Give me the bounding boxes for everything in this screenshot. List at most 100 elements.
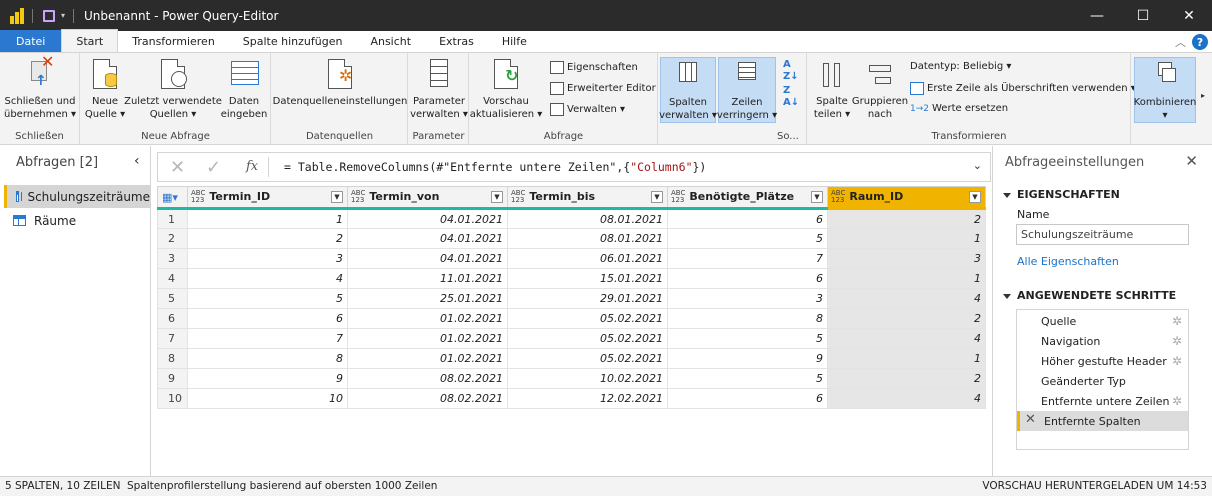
type-any-icon[interactable]: ABC 123 [511,190,525,204]
table-cell[interactable]: 2 [187,228,348,249]
filter-dropdown-icon[interactable]: ▼ [491,191,503,203]
properties-button[interactable]: Eigenschaften [550,61,638,74]
table-row[interactable]: 8 8 01.02.2021 05.02.2021 9 1 [157,348,986,369]
tab-extras[interactable]: Extras [425,30,488,52]
row-number[interactable]: 5 [157,288,188,309]
row-number[interactable]: 3 [157,248,188,269]
table-cell[interactable]: 05.02.2021 [507,348,668,369]
step-settings-icon[interactable]: ✲ [1172,314,1182,328]
row-number[interactable]: 10 [157,388,188,409]
manage-button[interactable]: Verwalten ▾ [550,103,625,116]
filter-dropdown-icon[interactable]: ▼ [969,191,981,203]
table-cell[interactable]: 10 [187,388,348,409]
manage-columns-button[interactable]: Spalten verwalten ▾ [659,57,717,123]
table-cell[interactable]: 11.01.2021 [347,268,508,289]
table-cell[interactable]: 04.01.2021 [347,248,508,269]
table-row[interactable]: 3 3 04.01.2021 06.01.2021 7 3 [157,248,986,269]
quick-access-dropdown-icon[interactable]: ▾ [61,11,65,20]
table-cell[interactable]: 08.02.2021 [347,368,508,389]
table-cell[interactable]: 8 [187,348,348,369]
table-cell[interactable]: 10.02.2021 [507,368,668,389]
table-cell[interactable]: 04.01.2021 [347,228,508,249]
table-row[interactable]: 6 6 01.02.2021 05.02.2021 8 2 [157,308,986,329]
tab-spalte-hinzufuegen[interactable]: Spalte hinzufügen [229,30,357,52]
table-row[interactable]: 2 2 04.01.2021 08.01.2021 5 1 [157,228,986,249]
column-header-termin-id[interactable]: ABC 123 Termin_ID ▼ [187,186,348,210]
table-cell[interactable]: 4 [187,268,348,289]
delete-step-icon[interactable]: ✕ [1025,412,1036,427]
table-row[interactable]: 5 5 25.01.2021 29.01.2021 3 4 [157,288,986,309]
step-quelle[interactable]: Quelle ✲ [1017,311,1188,331]
query-name-input[interactable]: Schulungszeiträume [1016,224,1189,245]
properties-section-title[interactable]: EIGENSCHAFTEN [1003,188,1120,201]
table-cell[interactable]: 5 [667,228,828,249]
type-any-icon[interactable]: ABC 123 [351,190,365,204]
table-cell[interactable]: 6 [187,308,348,329]
table-cell[interactable]: 4 [827,328,986,349]
filter-dropdown-icon[interactable]: ▼ [811,191,823,203]
replace-values-button[interactable]: 1→2 Werte ersetzen [910,103,1008,114]
table-cell[interactable]: 6 [667,388,828,409]
refresh-preview-button[interactable]: ↻ Vorschau aktualisieren ▾ [470,57,542,121]
type-any-icon[interactable]: ABC 123 [831,190,845,204]
table-cell[interactable]: 6 [667,268,828,289]
row-number[interactable]: 6 [157,308,188,329]
table-row[interactable]: 7 7 01.02.2021 05.02.2021 5 4 [157,328,986,349]
table-cell[interactable]: 1 [827,348,986,369]
table-cell[interactable]: 3 [667,288,828,309]
confirm-formula-icon[interactable]: ✓ [206,157,221,178]
table-cell[interactable]: 2 [827,208,986,229]
filter-dropdown-icon[interactable]: ▼ [651,191,663,203]
minimize-icon[interactable]: — [1074,0,1120,31]
table-cell[interactable]: 9 [187,368,348,389]
table-cell[interactable]: 08.01.2021 [507,228,668,249]
enter-data-button[interactable]: Daten eingeben [221,57,267,121]
manage-params-button[interactable]: Parameter verwalten ▾ [410,57,468,121]
tab-transformieren[interactable]: Transformieren [118,30,229,52]
cancel-formula-icon[interactable]: ✕ [170,157,185,178]
type-any-icon[interactable]: ABC 123 [191,190,205,204]
table-cell[interactable]: 7 [187,328,348,349]
table-cell[interactable]: 4 [827,388,986,409]
table-cell[interactable]: 06.01.2021 [507,248,668,269]
table-cell[interactable]: 04.01.2021 [347,208,508,229]
step-settings-icon[interactable]: ✲ [1172,334,1182,348]
tab-start[interactable]: Start [61,29,119,52]
split-column-button[interactable]: Spalte teilen ▾ [810,57,854,121]
query-item-raeume[interactable]: Räume [4,209,150,232]
close-settings-icon[interactable]: ✕ [1185,152,1198,170]
column-header-termin-von[interactable]: ABC 123 Termin_von ▼ [347,186,508,210]
expand-formula-icon[interactable]: ⌄ [973,159,982,172]
table-cell[interactable]: 6 [667,208,828,229]
advanced-editor-button[interactable]: Erweiterter Editor [550,82,656,95]
tab-datei[interactable]: Datei [0,30,62,52]
table-row[interactable]: 10 10 08.02.2021 12.02.2021 6 4 [157,388,986,409]
table-cell[interactable]: 2 [827,368,986,389]
maximize-icon[interactable]: ☐ [1120,0,1166,31]
step-geaenderter-typ[interactable]: Geänderter Typ [1017,371,1188,391]
table-cell[interactable]: 3 [187,248,348,269]
table-cell[interactable]: 05.02.2021 [507,308,668,329]
tab-hilfe[interactable]: Hilfe [488,30,541,52]
row-number[interactable]: 1 [157,208,188,229]
fx-icon[interactable]: fx [246,159,258,174]
row-number[interactable]: 7 [157,328,188,349]
datatype-dropdown[interactable]: Datentyp: Beliebig ▾ [910,61,1011,72]
reduce-rows-button[interactable]: Zeilen verringern ▾ [717,57,777,123]
recent-sources-button[interactable]: Zuletzt verwendete Quellen ▾ [124,57,222,121]
step-entfernte-spalten[interactable]: ✕ Entfernte Spalten [1017,411,1188,431]
collapse-ribbon-icon[interactable]: ︿ [1175,34,1186,50]
column-header-benoetigte-plaetze[interactable]: ABC 123 Benötigte_Plätze ▼ [667,186,828,210]
filter-dropdown-icon[interactable]: ▼ [331,191,343,203]
table-cell[interactable]: 5 [187,288,348,309]
query-item-schulungszeitraeume[interactable]: Schulungszeiträume [4,185,150,208]
all-properties-link[interactable]: Alle Eigenschaften [1017,255,1119,268]
row-number[interactable]: 8 [157,348,188,369]
table-cell[interactable]: 2 [827,308,986,329]
first-row-header-button[interactable]: Erste Zeile als Überschriften verwenden … [910,82,1136,95]
table-cell[interactable]: 01.02.2021 [347,308,508,329]
table-cell[interactable]: 1 [827,268,986,289]
step-navigation[interactable]: Navigation ✲ [1017,331,1188,351]
sort-ascending-icon[interactable]: A Z↓ [783,59,799,83]
new-source-button[interactable]: Neue Quelle ▾ [85,57,125,121]
